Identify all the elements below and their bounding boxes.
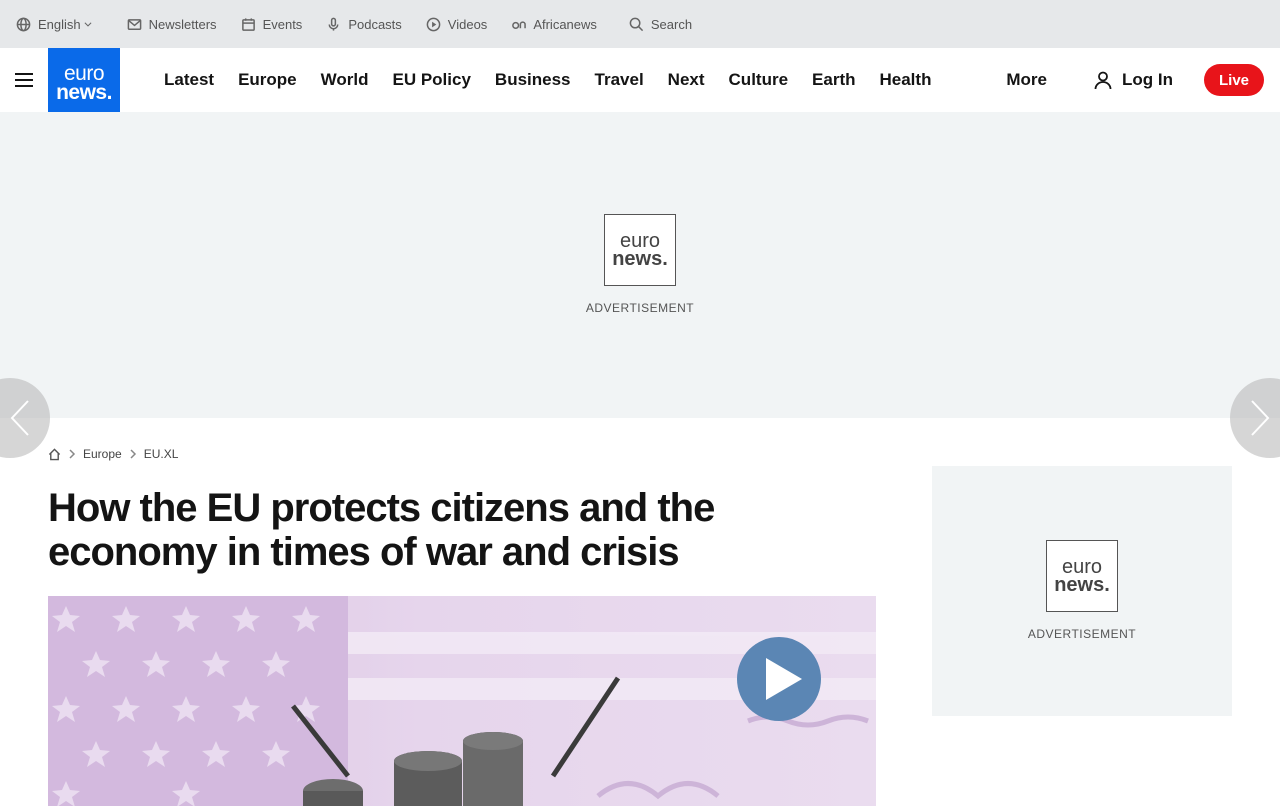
user-icon — [1094, 71, 1112, 90]
africanews-label: Africanews — [533, 16, 597, 32]
language-selector[interactable]: English — [16, 17, 93, 32]
chevron-right-icon — [69, 449, 76, 459]
calendar-icon — [241, 17, 255, 31]
search-label: Search — [650, 16, 693, 32]
events-label: Events — [262, 16, 303, 32]
ad-logo-line-2: news. — [612, 248, 668, 270]
hamburger-icon — [15, 73, 33, 87]
article-hero-video[interactable] — [48, 596, 876, 806]
envelope-icon — [127, 18, 141, 30]
login-button[interactable]: Log In — [1093, 70, 1173, 90]
newsletters-label: Newsletters — [148, 16, 217, 32]
play-circle-icon — [426, 17, 441, 31]
home-icon[interactable] — [48, 447, 61, 461]
nav-link-latest[interactable]: Latest — [164, 70, 214, 90]
sidebar-ad-logo-line-2: news. — [1054, 574, 1110, 596]
chevron-down-icon — [84, 22, 92, 27]
menu-button[interactable] — [0, 48, 48, 112]
chevron-left-icon — [10, 400, 29, 436]
nav-link-earth[interactable]: Earth — [812, 70, 855, 90]
videos-link[interactable]: Videos — [426, 16, 488, 32]
africanews-link[interactable]: Africanews — [511, 17, 597, 32]
sidebar-ad-logo: euro news. — [1046, 540, 1118, 612]
nav-link-travel[interactable]: Travel — [595, 70, 644, 90]
nav-link-health[interactable]: Health — [880, 70, 932, 90]
login-label: Log In — [1122, 70, 1173, 89]
nav-link-next[interactable]: Next — [668, 70, 705, 90]
ad-banner-label: ADVERTISEMENT — [585, 301, 695, 315]
videos-label: Videos — [447, 16, 488, 32]
nav-link-business[interactable]: Business — [495, 70, 571, 90]
nav-link-europe[interactable]: Europe — [238, 70, 297, 90]
sidebar-ad[interactable]: euro news. ADVERTISEMENT — [932, 466, 1232, 716]
nav-link-culture[interactable]: Culture — [729, 70, 789, 90]
podcasts-link[interactable]: Podcasts — [326, 16, 402, 32]
breadcrumb-eu-xl[interactable]: EU.XL — [144, 447, 179, 461]
more-menu[interactable]: More — [1006, 70, 1047, 90]
nav-link-world[interactable]: World — [321, 70, 369, 90]
nav-link-eu-policy[interactable]: EU Policy — [393, 70, 471, 90]
utility-bar: English Newsletters Events Podcasts Vide… — [0, 0, 1280, 48]
breadcrumb: Europe EU.XL — [48, 447, 178, 461]
play-icon — [766, 658, 802, 700]
events-link[interactable]: Events — [241, 16, 303, 32]
search-button[interactable]: Search — [629, 17, 692, 32]
nav-links: Latest Europe World EU Policy Business T… — [164, 70, 955, 90]
logo-line-2: news. — [56, 81, 112, 104]
microphone-icon — [328, 17, 339, 31]
africanews-icon — [512, 20, 527, 29]
language-label: English — [38, 16, 81, 32]
newsletters-link[interactable]: Newsletters — [127, 17, 217, 32]
ad-banner[interactable]: euro news. ADVERTISEMENT — [0, 112, 1280, 418]
live-button[interactable]: Live — [1204, 64, 1264, 96]
ad-placeholder-logo: euro news. — [604, 214, 676, 286]
nav-right: More Log In Live — [1006, 48, 1264, 112]
chevron-right-icon — [1251, 400, 1270, 436]
main-navigation: euro news. Latest Europe World EU Policy… — [0, 48, 1280, 120]
chevron-right-icon — [130, 449, 136, 459]
sidebar-ad-label: ADVERTISEMENT — [1027, 627, 1137, 641]
euronews-logo[interactable]: euro news. — [48, 48, 120, 120]
play-button[interactable] — [737, 637, 821, 721]
article-headline: How the EU protects citizens and the eco… — [48, 486, 715, 574]
globe-icon — [16, 17, 31, 31]
podcasts-label: Podcasts — [348, 16, 402, 32]
breadcrumb-europe[interactable]: Europe — [83, 447, 122, 461]
search-icon — [629, 17, 644, 31]
